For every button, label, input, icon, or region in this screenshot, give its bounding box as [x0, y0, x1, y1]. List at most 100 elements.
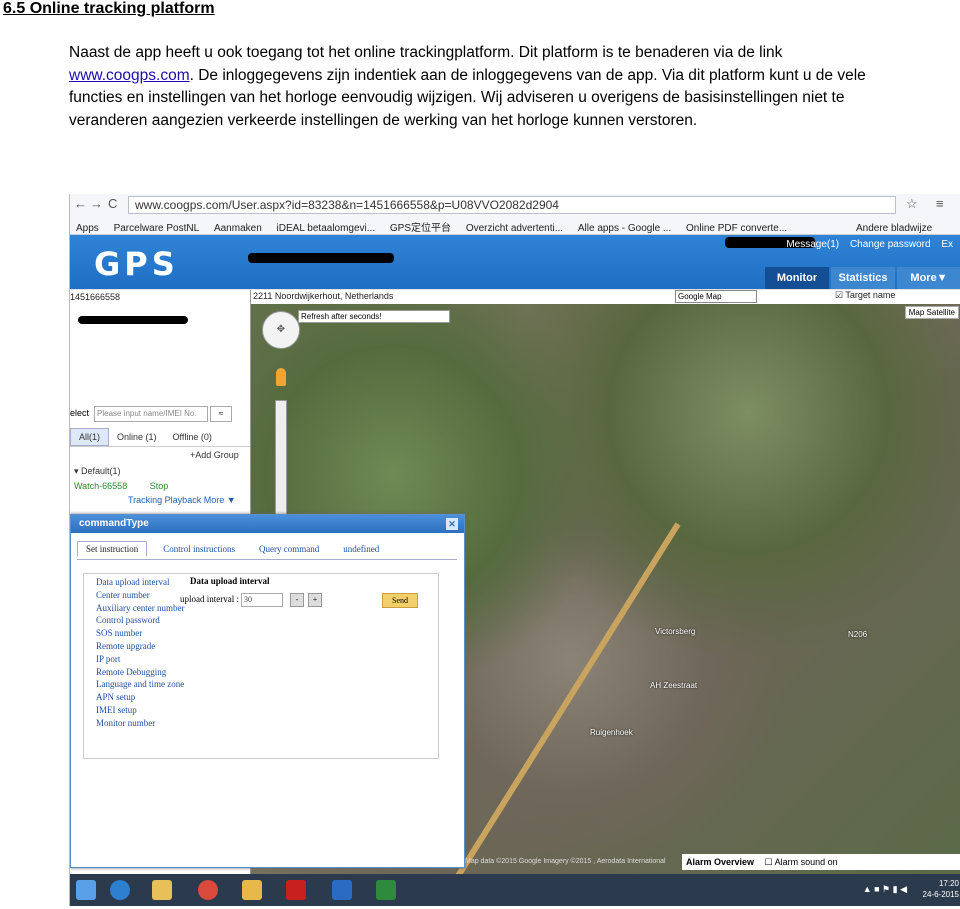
- device-row[interactable]: Watch-66558 Stop: [74, 481, 168, 491]
- default-group[interactable]: ▾ Default(1): [74, 466, 121, 477]
- tab-undefined[interactable]: undefined: [335, 542, 387, 556]
- device-search-input[interactable]: Please input name/IMEI No.: [94, 406, 208, 422]
- target-name-label: Target name: [845, 290, 896, 300]
- tab-statistics[interactable]: Statistics: [831, 267, 895, 289]
- command-dialog: commandType ✕ Set instruction Control ins…: [70, 514, 465, 868]
- pegman-icon[interactable]: [276, 368, 286, 386]
- plus-button[interactable]: +: [308, 593, 322, 607]
- redacted-device: [78, 316, 188, 324]
- imei-label: 1451666558: [70, 292, 121, 302]
- reload-icon[interactable]: C: [108, 196, 117, 211]
- pan-control-icon[interactable]: ✥: [262, 311, 300, 349]
- word-icon[interactable]: [332, 880, 352, 900]
- bookmark-item[interactable]: Aanmaken: [214, 223, 262, 234]
- dialog-title-text: commandType: [79, 518, 149, 529]
- map-toolbar: 2211 Noordwijkerhout, Netherlands Google…: [251, 290, 960, 304]
- map-address: 2211 Noordwijkerhout, Netherlands: [253, 291, 394, 301]
- tab-all[interactable]: All(1): [70, 428, 110, 446]
- search-toggle-button[interactable]: ≈: [210, 406, 232, 422]
- select-label: elect: [70, 408, 90, 418]
- back-icon[interactable]: ←: [74, 196, 87, 211]
- command-item[interactable]: Remote upgrade: [96, 640, 184, 653]
- dialog-body: Data upload interval Center number Auxil…: [83, 573, 439, 759]
- internet-explorer-icon[interactable]: [110, 880, 130, 900]
- device-actions[interactable]: Tracking Playback More ▼: [128, 495, 236, 505]
- bookmark-item[interactable]: iDEAL betaalomgevi...: [277, 223, 376, 234]
- clock-date: 24-6-2015: [922, 890, 959, 899]
- target-name-checkbox[interactable]: ☑ Target name: [835, 290, 895, 301]
- add-group-button[interactable]: +Add Group: [190, 450, 239, 460]
- gps-header: GPS Message(1) Change password Ex Monito…: [70, 235, 960, 289]
- command-item[interactable]: Center number: [96, 589, 184, 602]
- tab-online[interactable]: Online (1): [109, 429, 165, 445]
- browser-address-bar: ← → C www.coogps.com/User.aspx?id=83238&…: [70, 194, 960, 217]
- star-icon[interactable]: ☆: [906, 196, 918, 212]
- excel-icon[interactable]: [376, 880, 396, 900]
- windows-taskbar: ▲ ■ ⚑ ▮ ◀ 17:20 24-6-2015: [70, 874, 960, 906]
- tab-offline[interactable]: Offline (0): [165, 429, 220, 445]
- gps-logo: GPS: [94, 245, 179, 283]
- url-input[interactable]: www.coogps.com/User.aspx?id=83238&n=1451…: [128, 196, 896, 214]
- tab-control-instructions[interactable]: Control instructions: [155, 542, 243, 556]
- close-icon[interactable]: ✕: [446, 518, 458, 530]
- command-item[interactable]: IMEI setup: [96, 704, 184, 717]
- command-item[interactable]: Data upload interval: [96, 576, 184, 589]
- main-tabs: Monitor Statistics More▼: [763, 267, 960, 289]
- exit-link[interactable]: Ex: [941, 239, 953, 250]
- pdf-icon[interactable]: [286, 880, 306, 900]
- redacted-username: [248, 253, 394, 263]
- coogps-link[interactable]: www.coogps.com: [69, 67, 190, 84]
- map-label: AH Zeestraat: [650, 681, 698, 690]
- group-tabs: All(1) Online (1) Offline (0): [70, 428, 250, 447]
- bookmark-item[interactable]: Andere bladwijze: [856, 223, 932, 234]
- bookmark-item[interactable]: GPS定位平台: [390, 219, 451, 234]
- section-heading: 6.5 Online tracking platform: [3, 0, 215, 17]
- upload-interval-label: upload interval :: [180, 594, 239, 604]
- paragraph-text-1: Naast de app heeft u ook toegang tot het…: [69, 44, 783, 61]
- bookmark-item[interactable]: Online PDF converte...: [686, 223, 787, 234]
- mail-icon[interactable]: [242, 880, 262, 900]
- header-links: Message(1) Change password Ex: [786, 239, 960, 250]
- platform-screenshot: ← → C www.coogps.com/User.aspx?id=83238&…: [69, 194, 960, 906]
- map-type-select[interactable]: Google Map: [675, 290, 757, 303]
- map-label: Ruigenhoek: [590, 728, 633, 737]
- command-item[interactable]: Monitor number: [96, 717, 184, 730]
- tab-query-command[interactable]: Query command: [251, 542, 327, 556]
- clock[interactable]: 17:20 24-6-2015: [923, 878, 959, 900]
- bookmark-item[interactable]: Apps: [76, 223, 99, 234]
- command-item[interactable]: APN setup: [96, 691, 184, 704]
- bookmark-item[interactable]: Alle apps - Google ...: [578, 223, 671, 234]
- message-link[interactable]: Message(1): [786, 239, 839, 250]
- map-view-toggle[interactable]: Map Satellite: [904, 306, 959, 319]
- tab-set-instruction[interactable]: Set instruction: [77, 541, 148, 557]
- minus-button[interactable]: -: [290, 593, 304, 607]
- intro-paragraph: Naast de app heeft u ook toegang tot het…: [69, 42, 899, 132]
- map-label: Victorsberg: [655, 627, 696, 636]
- command-item[interactable]: Control password: [96, 614, 184, 627]
- chrome-icon[interactable]: [198, 880, 218, 900]
- dialog-tabs: Set instruction Control instructions Query…: [77, 541, 457, 560]
- command-item[interactable]: Remote Debugging: [96, 666, 184, 679]
- command-item[interactable]: SOS number: [96, 627, 184, 640]
- command-item[interactable]: Language and time zone: [96, 678, 184, 691]
- menu-icon[interactable]: ≡: [936, 196, 944, 211]
- device-status: Stop: [149, 481, 169, 491]
- upload-interval-input[interactable]: 30: [241, 593, 283, 607]
- command-item[interactable]: IP port: [96, 653, 184, 666]
- alarm-sound-checkbox[interactable]: ☐ Alarm sound on: [765, 857, 838, 867]
- file-explorer-icon[interactable]: [152, 880, 172, 900]
- map-label: N206: [848, 630, 868, 639]
- send-button[interactable]: Send: [382, 593, 418, 608]
- alarm-overview-label[interactable]: Alarm Overview: [686, 857, 754, 867]
- change-password-link[interactable]: Change password: [850, 239, 931, 250]
- tab-more[interactable]: More▼: [897, 267, 960, 289]
- dialog-title: commandType ✕: [71, 515, 464, 533]
- tab-monitor[interactable]: Monitor: [765, 267, 829, 289]
- windows-start-icon[interactable]: [76, 880, 96, 900]
- tray-icons[interactable]: ▲ ■ ⚑ ▮ ◀: [863, 884, 907, 895]
- bookmark-item[interactable]: Parcelware PostNL: [114, 223, 200, 234]
- forward-icon[interactable]: →: [90, 196, 103, 211]
- command-item[interactable]: Auxiliary center number: [96, 602, 184, 615]
- refresh-input[interactable]: Refresh after seconds!: [298, 310, 450, 323]
- bookmark-item[interactable]: Overzicht advertenti...: [466, 223, 563, 234]
